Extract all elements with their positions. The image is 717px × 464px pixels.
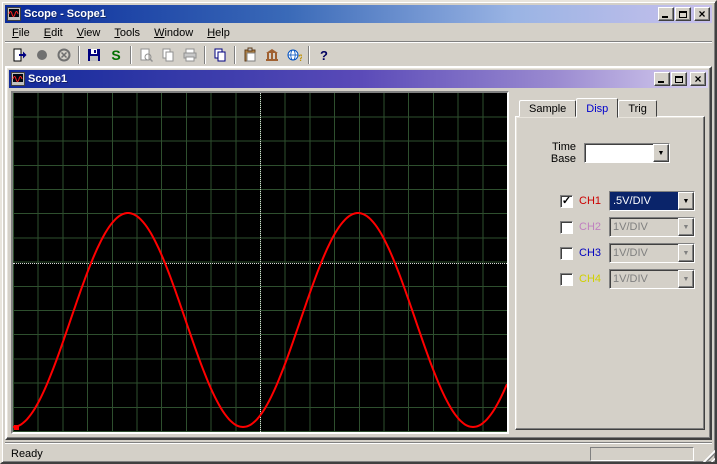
chevron-down-icon[interactable]: ▼	[653, 144, 669, 162]
print-preview-icon[interactable]	[135, 45, 157, 65]
ch2-label: CH2	[579, 221, 602, 233]
toolbar-separator	[78, 46, 80, 64]
stop-icon[interactable]	[31, 45, 53, 65]
tab-sample[interactable]: Sample	[519, 100, 577, 117]
ch2-volts-combo: 1V/DIV ▼	[609, 217, 695, 237]
channel-row-ch4: CH4 1V/DIV ▼	[560, 269, 704, 289]
help-icon[interactable]: ?	[313, 45, 335, 65]
toolbar: S ? ?	[5, 41, 712, 66]
minimize-icon	[658, 81, 664, 83]
time-base-combo[interactable]: ▼	[584, 143, 670, 163]
ch4-volts-value: 1V/DIV	[613, 273, 648, 285]
child-maximize-button[interactable]	[671, 72, 687, 86]
chevron-down-icon[interactable]: ▼	[678, 192, 694, 210]
status-text: Ready	[11, 447, 43, 460]
paste-icon[interactable]	[239, 45, 261, 65]
close-icon: ×	[698, 7, 706, 21]
child-minimize-button[interactable]	[654, 72, 670, 86]
time-base-value	[585, 144, 653, 162]
menu-file[interactable]: File	[5, 25, 37, 41]
save-icon[interactable]	[83, 45, 105, 65]
exit-icon[interactable]	[9, 45, 31, 65]
channel-row-ch2: CH2 1V/DIV ▼	[560, 217, 704, 237]
channel-list: ✓ CH1 .5V/DIV ▼ CH2 1V/DIV ▼ CH3 1V/DIV …	[516, 191, 704, 295]
main-titlebar[interactable]: Scope - Scope1 ×	[5, 5, 712, 23]
ch2-volts-value: 1V/DIV	[613, 221, 648, 233]
menu-window[interactable]: Window	[147, 25, 200, 41]
toolbar-separator	[308, 46, 310, 64]
scope1-content: Sample Disp Trig Time Base ▼ ✓ CH1 .5V/D…	[9, 89, 708, 436]
channel-row-ch3: CH3 1V/DIV ▼	[560, 243, 704, 263]
mdi-area: Scope1 × Sample Disp Trig Time Base ▼ ✓ …	[5, 66, 712, 440]
scope1-icon[interactable]	[11, 72, 25, 86]
bank-icon[interactable]	[261, 45, 283, 65]
scope1-title: Scope1	[28, 73, 68, 85]
toolbar-separator	[234, 46, 236, 64]
svg-text:?: ?	[298, 53, 302, 63]
ch4-checkbox[interactable]	[560, 272, 573, 286]
close-icon: ×	[694, 72, 702, 86]
ch2-checkbox[interactable]	[560, 220, 573, 234]
menu-view[interactable]: View	[70, 25, 108, 41]
waveform-trace	[13, 212, 507, 429]
ch3-checkbox[interactable]	[560, 246, 573, 260]
ch3-label: CH3	[579, 247, 602, 259]
tab-disp[interactable]: Disp	[576, 98, 619, 118]
tab-strip: Sample Disp Trig	[515, 97, 705, 118]
ch1-label: CH1	[579, 195, 602, 207]
ch4-label: CH4	[579, 273, 602, 285]
copy-icon[interactable]	[157, 45, 179, 65]
maximize-icon	[675, 75, 683, 83]
chevron-down-icon: ▼	[678, 270, 694, 288]
channel-row-ch1: ✓ CH1 .5V/DIV ▼	[560, 191, 704, 211]
svg-text:?: ?	[320, 48, 328, 63]
scope-grid	[13, 93, 507, 432]
print-icon[interactable]	[179, 45, 201, 65]
scope1-window: Scope1 × Sample Disp Trig Time Base ▼ ✓ …	[5, 66, 712, 440]
status-bar: Ready	[5, 442, 712, 462]
tab-trig[interactable]: Trig	[618, 100, 657, 117]
menu-bar: File Edit View Tools Window Help	[5, 24, 712, 41]
child-close-button[interactable]: ×	[690, 72, 706, 86]
web-help-icon[interactable]: ?	[283, 45, 305, 65]
ch1-volts-value: .5V/DIV	[610, 192, 678, 210]
main-window: Scope - Scope1 × File Edit View Tools Wi…	[0, 0, 717, 464]
copy-pages-icon[interactable]	[209, 45, 231, 65]
scope-display	[11, 91, 509, 434]
window-title: Scope - Scope1	[24, 8, 106, 20]
time-base-label: Time Base	[550, 141, 576, 165]
menu-tools[interactable]: Tools	[107, 25, 147, 41]
app-icon[interactable]	[7, 7, 21, 21]
menu-edit[interactable]: Edit	[37, 25, 70, 41]
check-icon: ✓	[561, 194, 572, 207]
trace-start-marker	[14, 425, 19, 430]
chevron-down-icon: ▼	[678, 244, 694, 262]
scope1-titlebar[interactable]: Scope1 ×	[9, 70, 708, 88]
ch4-volts-combo: 1V/DIV ▼	[609, 269, 695, 289]
close-button[interactable]: ×	[694, 7, 710, 21]
ch3-volts-value: 1V/DIV	[613, 247, 648, 259]
ch3-volts-combo: 1V/DIV ▼	[609, 243, 695, 263]
toolbar-separator	[130, 46, 132, 64]
minimize-icon	[662, 16, 668, 18]
toolbar-separator	[204, 46, 206, 64]
abort-icon[interactable]	[53, 45, 75, 65]
menu-help[interactable]: Help	[200, 25, 237, 41]
control-panel: Sample Disp Trig Time Base ▼ ✓ CH1 .5V/D…	[515, 97, 705, 434]
settings-icon[interactable]: S	[105, 45, 127, 65]
minimize-button[interactable]	[658, 7, 674, 21]
svg-text:S: S	[111, 47, 120, 63]
status-pane	[590, 446, 694, 461]
maximize-icon	[679, 10, 687, 18]
chevron-down-icon: ▼	[678, 218, 694, 236]
ch1-checkbox[interactable]: ✓	[560, 194, 573, 208]
maximize-button[interactable]	[675, 7, 691, 21]
ch1-volts-combo[interactable]: .5V/DIV ▼	[609, 191, 695, 211]
disp-tab-panel: Time Base ▼ ✓ CH1 .5V/DIV ▼ CH2 1V/DIV ▼…	[515, 116, 705, 430]
